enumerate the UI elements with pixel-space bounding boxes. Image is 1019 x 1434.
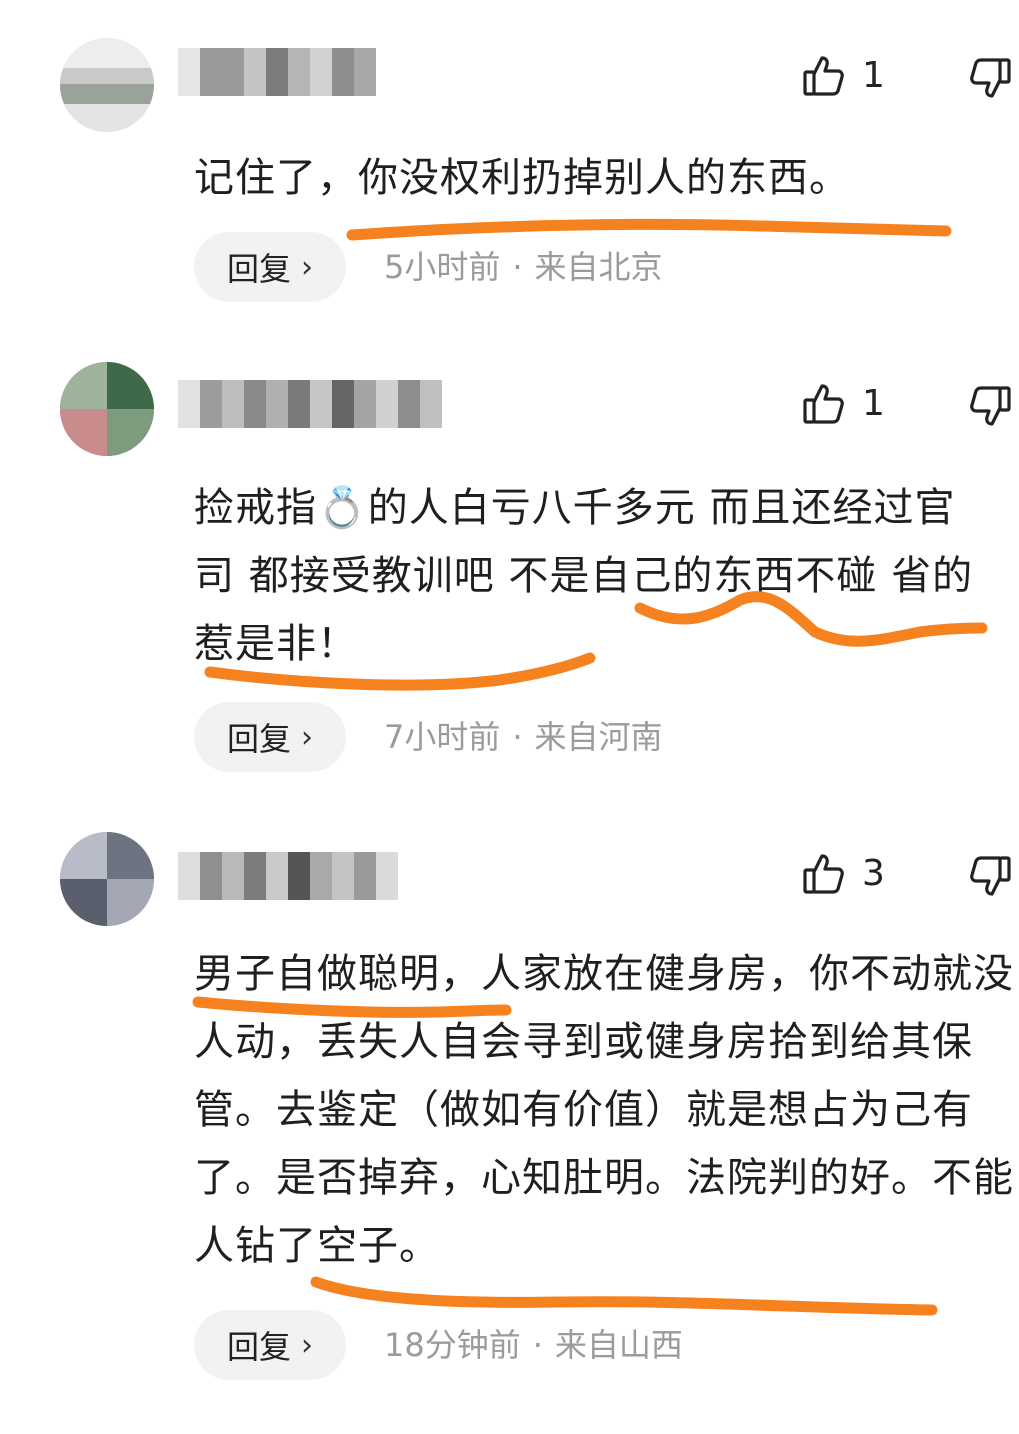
reply-button[interactable]: 回复 › — [194, 1310, 346, 1380]
thumbs-up-icon — [803, 854, 844, 894]
avatar[interactable] — [60, 38, 154, 132]
comment-text: 记住了，你没权利扔掉别人的东西。 — [194, 155, 850, 201]
thumbs-up-icon — [803, 384, 844, 424]
comment-text: 男子自做聪明，人家放在健身房，你不动就没人动，丢失人自会寻到或健身房拾到给其保管… — [194, 951, 1014, 1269]
like-button[interactable]: 1 — [800, 380, 885, 428]
username-blurred[interactable] — [178, 852, 398, 900]
comment-time: 7小时前 — [384, 718, 501, 756]
comment-meta: 5小时前 · 来自北京 — [384, 232, 663, 302]
dislike-button[interactable] — [966, 54, 1014, 102]
username-blurred[interactable] — [178, 380, 442, 428]
reply-label: 回复 — [226, 1328, 291, 1366]
chevron-right-icon: › — [301, 1327, 313, 1363]
username-blurred[interactable] — [178, 48, 376, 96]
avatar[interactable] — [60, 832, 154, 926]
meta-separator: · — [512, 248, 523, 286]
thumbs-down-icon — [970, 58, 1011, 98]
meta-separator: · — [512, 718, 523, 756]
comment-location: 来自河南 — [534, 718, 663, 756]
like-count: 1 — [862, 55, 885, 96]
like-button[interactable]: 1 — [800, 52, 885, 100]
chevron-right-icon: › — [301, 249, 313, 285]
like-count: 3 — [862, 853, 885, 894]
dislike-button[interactable] — [966, 382, 1014, 430]
like-count: 1 — [862, 383, 885, 424]
reply-button[interactable]: 回复 › — [194, 702, 346, 772]
dislike-button[interactable] — [966, 852, 1014, 900]
comment-time: 18分钟前 — [384, 1326, 521, 1364]
chevron-right-icon: › — [301, 719, 313, 755]
comment-location: 来自山西 — [554, 1326, 683, 1364]
comment-meta: 7小时前 · 来自河南 — [384, 702, 663, 772]
like-button[interactable]: 3 — [800, 850, 885, 898]
reply-label: 回复 — [226, 250, 291, 288]
thumbs-down-icon — [970, 386, 1011, 426]
comment-text: 捡戒指💍的人白亏八千多元 而且还经过官司 都接受教训吧 不是自己的东西不碰 省的… — [194, 485, 974, 667]
avatar[interactable] — [60, 362, 154, 456]
comment-meta: 18分钟前 · 来自山西 — [384, 1310, 683, 1380]
meta-separator: · — [532, 1326, 543, 1364]
comment-location: 来自北京 — [534, 248, 663, 286]
reply-label: 回复 — [226, 720, 291, 758]
reply-button[interactable]: 回复 › — [194, 232, 346, 302]
underline-mark — [310, 1276, 938, 1316]
thumbs-up-icon — [803, 56, 844, 96]
thumbs-down-icon — [970, 856, 1011, 896]
comment-time: 5小时前 — [384, 248, 501, 286]
